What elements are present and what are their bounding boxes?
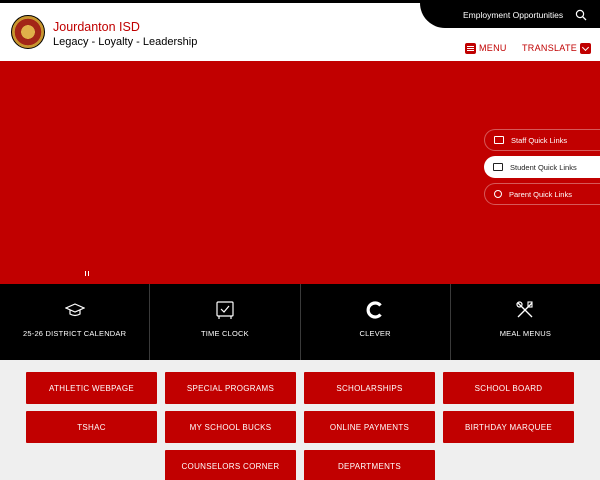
menu-button[interactable]: MENU	[465, 42, 507, 54]
quick-link-label: Parent Quick Links	[509, 189, 572, 199]
online-payments-button[interactable]: ONLINE PAYMENTS	[304, 411, 435, 443]
quick-link-label: Student Quick Links	[510, 162, 577, 172]
athletic-webpage-button[interactable]: ATHLETIC WEBPAGE	[26, 372, 157, 404]
tile-label: 25-26 DISTRICT CALENDAR	[23, 329, 127, 338]
student-quick-links-button[interactable]: Student Quick Links	[484, 156, 600, 178]
tile-label: MEAL MENUS	[499, 329, 552, 338]
chevron-down-icon	[580, 42, 592, 54]
tile-clever[interactable]: CLEVER	[301, 284, 451, 360]
hamburger-icon	[465, 42, 476, 54]
id-card-icon	[494, 136, 504, 144]
search-icon[interactable]	[575, 9, 587, 21]
utensils-icon	[516, 301, 533, 318]
birthday-marquee-button[interactable]: BIRTHDAY MARQUEE	[443, 411, 574, 443]
pause-icon[interactable]	[85, 271, 89, 276]
graduation-cap-icon	[64, 303, 85, 317]
tile-meal-menus[interactable]: MEAL MENUS	[451, 284, 600, 360]
translate-label: TRANSLATE	[522, 43, 578, 53]
staff-quick-links-button[interactable]: Staff Quick Links	[484, 129, 600, 151]
quick-link-label: Staff Quick Links	[511, 135, 568, 145]
special-programs-button[interactable]: SPECIAL PROGRAMS	[165, 372, 296, 404]
employment-opportunities-link[interactable]: Employment Opportunities	[463, 10, 563, 20]
utility-bar: Employment Opportunities	[420, 3, 600, 28]
menu-label: MENU	[479, 43, 507, 53]
hero-banner: Staff Quick Links Student Quick Links Pa…	[0, 61, 600, 284]
tshac-button[interactable]: TSHAC	[26, 411, 157, 443]
school-name[interactable]: Jourdanton ISD	[53, 20, 140, 34]
school-board-button[interactable]: SCHOOL BOARD	[443, 372, 574, 404]
tile-label: TIME CLOCK	[200, 329, 249, 338]
students-icon	[493, 163, 503, 171]
translate-button[interactable]: TRANSLATE	[522, 42, 592, 54]
tile-label: CLEVER	[359, 329, 391, 338]
clever-logo-icon	[366, 301, 382, 319]
parent-icon	[494, 190, 502, 198]
tile-time-clock[interactable]: TIME CLOCK	[150, 284, 301, 360]
site-header: Jourdanton ISD Legacy - Loyalty - Leader…	[0, 0, 600, 61]
departments-button[interactable]: DEPARTMENTS	[304, 450, 435, 480]
counselors-corner-button[interactable]: COUNSELORS CORNER	[165, 450, 296, 480]
clock-icon	[216, 301, 234, 319]
my-school-bucks-button[interactable]: MY SCHOOL BUCKS	[165, 411, 296, 443]
district-logo[interactable]	[11, 15, 45, 49]
scholarships-button[interactable]: SCHOLARSHIPS	[304, 372, 435, 404]
school-motto: Legacy - Loyalty - Leadership	[53, 36, 198, 48]
parent-quick-links-button[interactable]: Parent Quick Links	[484, 183, 600, 205]
tile-district-calendar[interactable]: 25-26 DISTRICT CALENDAR	[0, 284, 151, 360]
quick-access-tiles: 25-26 DISTRICT CALENDAR TIME CLOCK CLEVE…	[0, 284, 600, 360]
